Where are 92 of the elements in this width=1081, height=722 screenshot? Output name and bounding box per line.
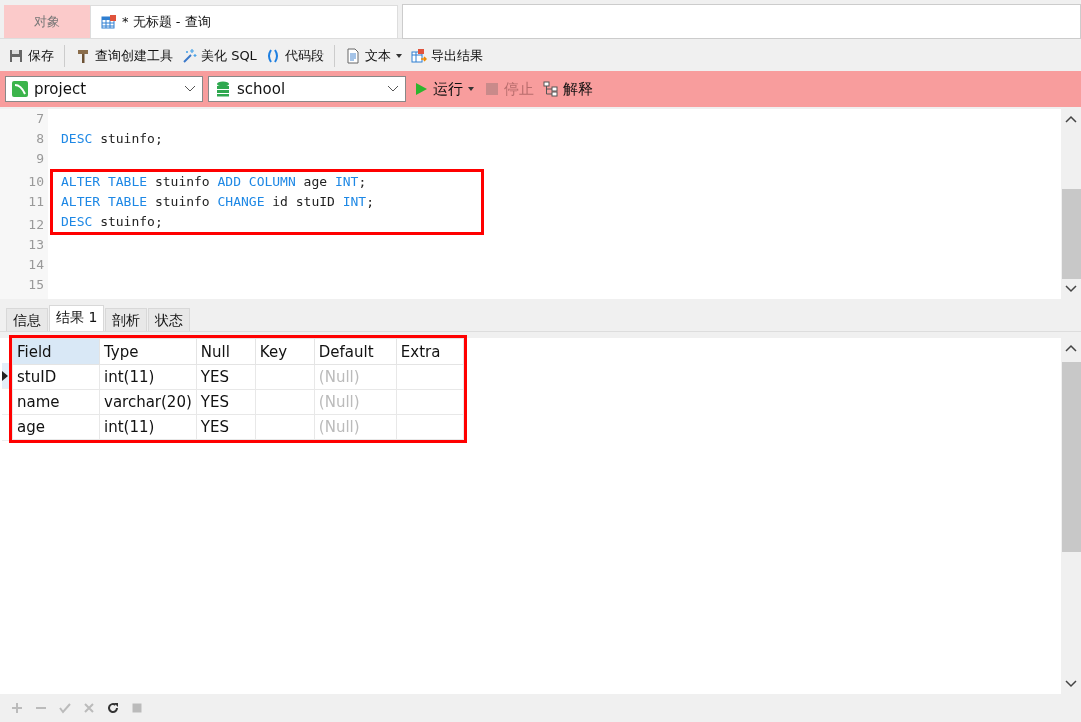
sql-keyword: TABLE: [107, 193, 148, 211]
sql-keyword: COLUMN: [248, 173, 296, 191]
row-indicator[interactable]: [2, 363, 12, 389]
column-header[interactable]: Key: [255, 338, 315, 365]
grid-action-button[interactable]: [105, 700, 121, 716]
document-tab[interactable]: * 无标题 - 查询: [90, 5, 398, 38]
sql-identifier: ;: [366, 193, 375, 211]
table-cell: YES: [196, 364, 256, 390]
chevron-down-icon: [387, 85, 399, 93]
sql-keyword: DESC: [61, 213, 93, 231]
line-number: 9: [35, 150, 44, 168]
toolbar-button[interactable]: 文本: [342, 45, 405, 67]
line-number: 11: [27, 193, 44, 211]
sql-identifier: stuinfo: [154, 193, 210, 211]
sql-identifier: id: [272, 193, 288, 211]
export-table-icon: [410, 48, 427, 64]
table-cell: int(11): [99, 414, 197, 440]
toolbar-button[interactable]: 查询创建工具: [73, 45, 175, 67]
table-cell: [396, 414, 464, 440]
table-cell: YES: [196, 414, 256, 440]
vertical-scrollbar[interactable]: [1061, 109, 1081, 299]
sql-identifier: stuinfo;: [100, 130, 163, 148]
sql-keyword: ALTER: [61, 193, 101, 211]
line-number: 10: [27, 173, 44, 191]
table-cell: stuID: [12, 364, 100, 390]
sql-identifier: stuinfo: [154, 173, 210, 191]
stop-icon: [131, 702, 143, 714]
result-tab[interactable]: 结果 1: [49, 305, 105, 331]
scroll-down-icon[interactable]: [1065, 285, 1077, 293]
result-tab[interactable]: 信息: [6, 308, 48, 331]
scroll-down-icon[interactable]: [1065, 680, 1077, 688]
table-cell: [396, 389, 464, 415]
table-cell: [255, 414, 315, 440]
table-cell: int(11): [99, 364, 197, 390]
check-icon: [59, 702, 71, 714]
sql-identifier: ;: [358, 173, 367, 191]
database-dropdown[interactable]: school: [208, 76, 406, 102]
sql-keyword: ADD: [217, 173, 241, 191]
table-cell: (Null): [314, 389, 397, 415]
line-number: 14: [27, 256, 44, 274]
result-tab[interactable]: 剖析: [105, 308, 148, 331]
database-icon: [215, 81, 231, 97]
column-header[interactable]: Extra: [396, 338, 464, 365]
hammer-icon: [75, 48, 91, 64]
toolbar-button[interactable]: 代码段: [262, 45, 326, 67]
connection-icon: [12, 81, 28, 97]
magic-wand-icon: [181, 48, 197, 64]
run-button[interactable]: 运行: [411, 77, 477, 101]
scroll-up-icon[interactable]: [1065, 344, 1077, 352]
line-number: 8: [35, 130, 44, 148]
table-cell: varchar(20): [99, 389, 197, 415]
line-number: 13: [27, 236, 44, 254]
sql-keyword: TABLE: [107, 173, 148, 191]
table-cell: (Null): [314, 364, 397, 390]
column-header[interactable]: Null: [196, 338, 256, 365]
toolbar-button[interactable]: 美化 SQL: [179, 45, 259, 67]
sql-identifier: age: [303, 173, 328, 191]
document-icon: [344, 48, 361, 64]
flow-chart-icon: [543, 81, 559, 97]
plus-icon: [11, 702, 23, 714]
explain-button[interactable]: 解释: [541, 77, 595, 101]
table-cell: YES: [196, 389, 256, 415]
table-cell: (Null): [314, 414, 397, 440]
column-header[interactable]: Field: [12, 338, 100, 365]
play-icon: [413, 81, 429, 97]
toolbar-button[interactable]: 导出结果: [408, 45, 485, 67]
table-cell: [255, 364, 315, 390]
refresh-icon: [107, 702, 119, 714]
chevron-down-icon: [184, 85, 196, 93]
table-cell: age: [12, 414, 100, 440]
line-number: 15: [27, 276, 44, 294]
column-header[interactable]: Default: [314, 338, 397, 365]
row-pointer-icon: [2, 370, 8, 381]
sql-keyword: DESC: [61, 130, 93, 148]
sql-keyword: ALTER: [61, 173, 101, 191]
sql-identifier: stuinfo;: [100, 213, 163, 231]
toolbar-button[interactable]: 保存: [6, 45, 56, 67]
caret-icon: [467, 85, 475, 93]
line-number: 12: [27, 216, 44, 234]
sql-keyword: INT: [342, 193, 367, 211]
result-tab[interactable]: 状态: [148, 308, 191, 331]
column-header[interactable]: Type: [99, 338, 197, 365]
table-cell: name: [12, 389, 100, 415]
table-cell: [396, 364, 464, 390]
sql-keyword: INT: [334, 173, 359, 191]
sql-identifier: stuID: [295, 193, 335, 211]
scroll-up-icon[interactable]: [1065, 115, 1077, 123]
line-number: 7: [35, 110, 44, 128]
sql-keyword: CHANGE: [217, 193, 265, 211]
stop-icon: [484, 81, 500, 97]
cross-icon: [83, 702, 95, 714]
connection-dropdown[interactable]: project: [5, 76, 203, 102]
